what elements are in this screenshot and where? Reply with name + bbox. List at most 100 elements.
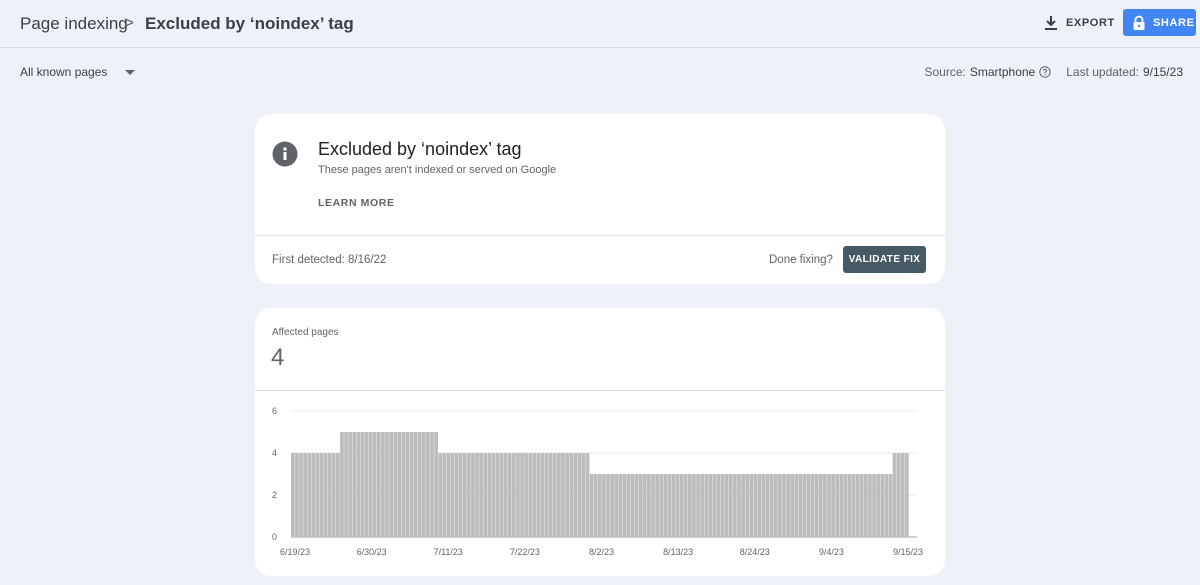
chart-bar[interactable] [336,453,340,537]
chart-bar[interactable] [307,453,312,537]
chart-bar[interactable] [454,453,459,537]
chart-bar[interactable] [720,474,725,537]
chart-bar[interactable] [569,453,574,537]
chart-bar[interactable] [728,474,733,537]
chart-bar[interactable] [655,474,659,537]
chart-bar[interactable] [692,474,696,537]
chart-bar[interactable] [773,474,778,537]
chart-bar[interactable] [884,474,889,537]
chart-bar[interactable] [356,432,361,537]
chart-bar[interactable] [495,453,500,537]
chart-bar[interactable] [561,453,565,537]
chart-bar[interactable] [687,474,692,537]
chart-bar[interactable] [683,474,688,537]
chart-bar[interactable] [381,432,385,537]
chart-bar[interactable] [761,474,766,537]
chart-bar[interactable] [499,453,504,537]
chart-bar[interactable] [438,453,443,537]
chart-bar[interactable] [548,453,553,537]
chart-bar[interactable] [700,474,705,537]
chart-bar[interactable] [368,432,373,537]
chart-bar[interactable] [352,432,357,537]
chart-bar[interactable] [904,453,909,537]
chart-bar[interactable] [814,474,819,537]
chart-bar[interactable] [892,453,897,537]
chart-bar[interactable] [327,453,332,537]
chart-bar[interactable] [487,453,492,537]
chart-bar[interactable] [401,432,406,537]
chart-bar[interactable] [823,474,827,537]
chart-bar[interactable] [397,432,402,537]
chart-bar[interactable] [376,432,381,537]
chart-bar[interactable] [790,474,795,537]
chart-bar[interactable] [896,453,901,537]
chart-bar[interactable] [618,474,623,537]
chart-bar[interactable] [597,474,602,537]
chart-bar[interactable] [606,474,610,537]
chart-bar[interactable] [859,474,864,537]
chart-bar[interactable] [663,474,668,537]
chart-bar[interactable] [577,453,582,537]
chart-bar[interactable] [450,453,455,537]
chart-bar[interactable] [544,453,549,537]
chart-bar[interactable] [389,432,393,537]
chart-bar[interactable] [733,474,737,537]
chart-bar[interactable] [798,474,803,537]
chart-bar[interactable] [552,453,557,537]
validate-fix-button[interactable]: VALIDATE FIX [843,246,926,273]
chart-bar[interactable] [872,474,876,537]
chart-bar[interactable] [311,453,316,537]
chart-bar[interactable] [331,453,336,537]
chart-bar[interactable] [851,474,856,537]
chart-bar[interactable] [782,474,786,537]
chart-bar[interactable] [475,453,479,537]
chart-bar[interactable] [340,432,344,537]
chart-bar[interactable] [786,474,790,537]
chart-bar[interactable] [483,453,488,537]
chart-bar[interactable] [524,453,529,537]
chart-bar[interactable] [421,432,426,537]
chart-bar[interactable] [540,453,545,537]
chart-bar[interactable] [446,453,451,537]
chart-bar[interactable] [753,474,758,537]
chart-bar[interactable] [647,474,651,537]
chart-bar[interactable] [602,474,606,537]
chart-bar[interactable] [323,453,328,537]
share-button[interactable]: SHARE [1123,9,1196,36]
chart-bar[interactable] [638,474,643,537]
chart-bar[interactable] [724,474,729,537]
chart-bar[interactable] [634,474,639,537]
chart-bar[interactable] [409,432,414,537]
chart-bar[interactable] [806,474,811,537]
chart-bar[interactable] [888,474,893,537]
chart-bar[interactable] [610,474,614,537]
chart-bar[interactable] [299,453,303,537]
chart-bar[interactable] [405,432,410,537]
chart-bar[interactable] [831,474,835,537]
chart-bar[interactable] [503,453,508,537]
chart-bar[interactable] [348,432,353,537]
chart-bar[interactable] [651,474,655,537]
chart-bar[interactable] [847,474,852,537]
chart-bar[interactable] [900,453,905,537]
chart-bar[interactable] [344,432,348,537]
chart-bar[interactable] [471,453,475,537]
chart-bar[interactable] [372,432,377,537]
chart-bar[interactable] [466,453,471,537]
chart-bar[interactable] [295,453,299,537]
chart-bar[interactable] [479,453,484,537]
chart-bar[interactable] [434,432,438,537]
chart-bar[interactable] [291,453,295,537]
chart-bar[interactable] [360,432,365,537]
chart-bar[interactable] [426,432,430,537]
chart-bar[interactable] [622,474,627,537]
chart-bar[interactable] [810,474,815,537]
chart-bar[interactable] [659,474,664,537]
chart-bar[interactable] [835,474,840,537]
chart-bar[interactable] [679,474,684,537]
chart-bar[interactable] [843,474,848,537]
chart-bar[interactable] [430,432,434,537]
chart-bar[interactable] [769,474,774,537]
chart-bar[interactable] [557,453,561,537]
chart-bar[interactable] [512,453,516,537]
